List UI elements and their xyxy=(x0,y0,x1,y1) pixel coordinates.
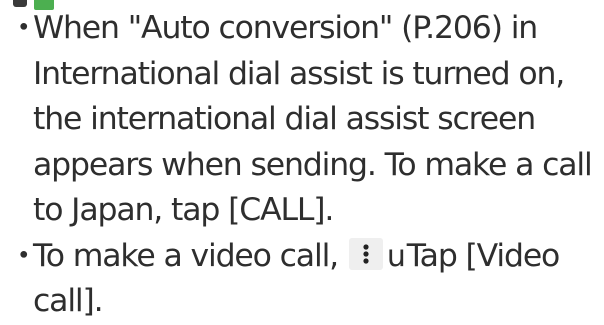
notes-list: ・ When "Auto conversion" (P.206) in Inte… xyxy=(0,6,604,325)
note-item-video-call: ・ To make a video call, uTap [Video call… xyxy=(0,234,604,325)
bullet-icon: ・ xyxy=(8,10,40,46)
note-text: When "Auto conversion" (P.206) in Intern… xyxy=(33,10,593,228)
note-item-auto-conversion: ・ When "Auto conversion" (P.206) in Inte… xyxy=(0,6,604,234)
bullet-icon: ・ xyxy=(8,237,40,274)
more-options-icon xyxy=(348,237,383,270)
note-text-lead: To make a video call, xyxy=(33,237,339,274)
step-arrow-icon: u xyxy=(386,238,406,274)
